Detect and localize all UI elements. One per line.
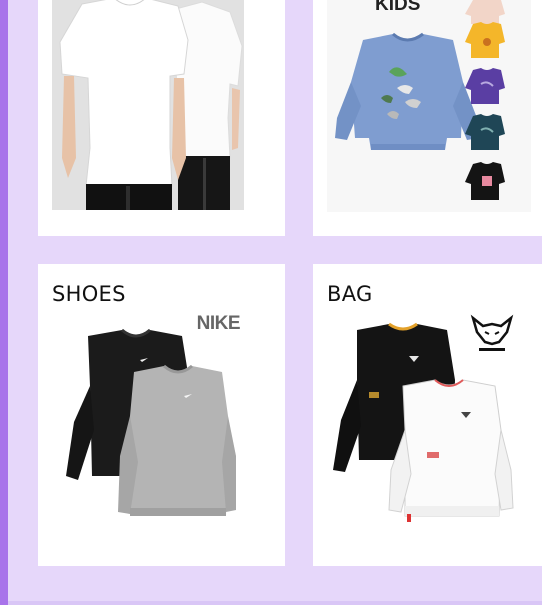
product-image-white-tshirts[interactable]	[52, 0, 244, 210]
brand-logo-kids: KIDS	[375, 0, 421, 15]
product-image-dynafit-sweatshirts[interactable]	[329, 320, 519, 526]
category-label-bag: BAG	[327, 282, 373, 306]
category-label-shoes: SHOES	[52, 282, 126, 306]
category-card-shoes[interactable]: SHOES NIKE	[38, 264, 285, 566]
product-card-tshirts[interactable]	[38, 0, 285, 236]
left-accent-bar	[0, 0, 8, 605]
bottom-divider	[8, 601, 542, 605]
category-card-bag[interactable]: BAG	[313, 264, 542, 566]
product-image-kids-sweatshirts[interactable]	[327, 0, 531, 212]
product-image-nike-sweatshirts[interactable]	[60, 326, 240, 526]
product-card-kids[interactable]: KIDS	[313, 0, 542, 236]
